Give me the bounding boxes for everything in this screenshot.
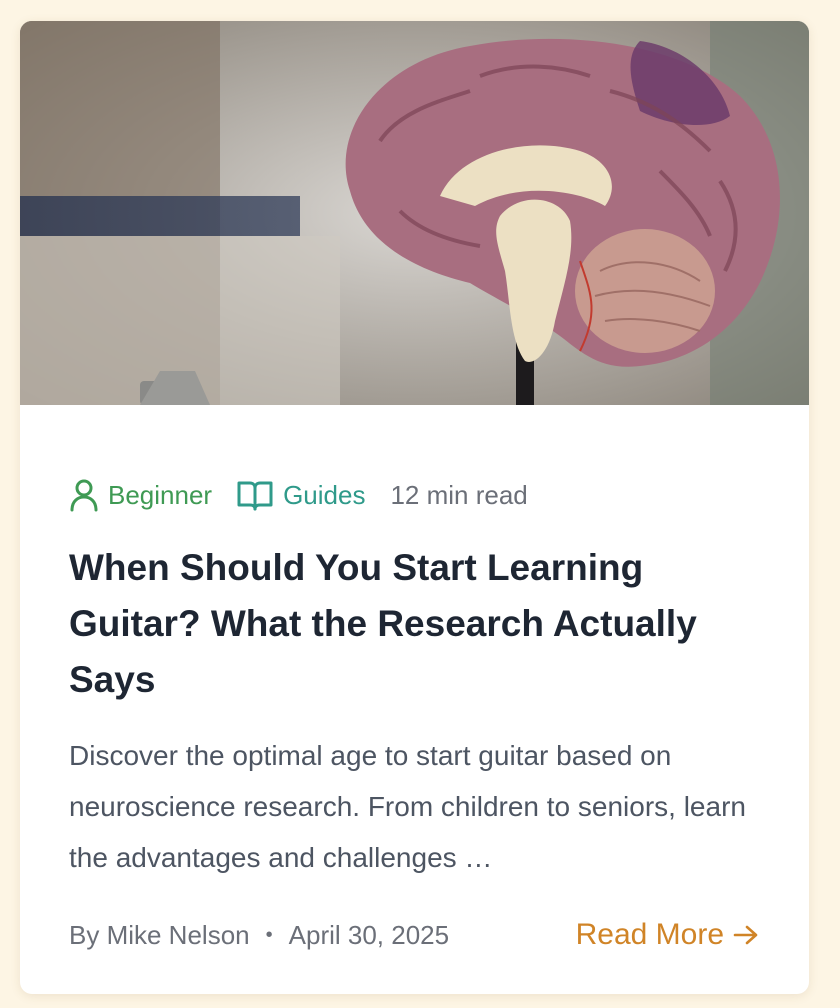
book-open-icon: [237, 481, 273, 511]
category-label: Guides: [283, 479, 366, 510]
level-label: Beginner: [108, 479, 213, 510]
read-time: 12 min read: [390, 479, 528, 510]
article-meta: Beginner Guides 12 min read: [69, 475, 528, 515]
article-footer: By Mike Nelson • April 30, 2025 Read Mor…: [69, 915, 760, 955]
publish-date: April 30, 2025: [288, 919, 450, 950]
meta-separator: •: [265, 923, 273, 946]
category-tag[interactable]: Guides: [236, 478, 365, 512]
article-card[interactable]: Beginner Guides 12 min read When Should …: [20, 21, 809, 994]
read-more-label: Read More: [575, 918, 724, 951]
article-title[interactable]: When Should You Start Learning Guitar? W…: [69, 540, 769, 708]
article-hero-image[interactable]: [20, 21, 809, 405]
article-excerpt: Discover the optimal age to start guitar…: [69, 740, 746, 873]
read-more-link[interactable]: Read More: [576, 918, 760, 952]
user-icon: [70, 479, 98, 512]
brain-model-image: [20, 21, 809, 405]
level-tag[interactable]: Beginner: [69, 478, 212, 512]
arrow-right-icon: [733, 925, 758, 945]
author: By Mike Nelson: [69, 919, 250, 950]
